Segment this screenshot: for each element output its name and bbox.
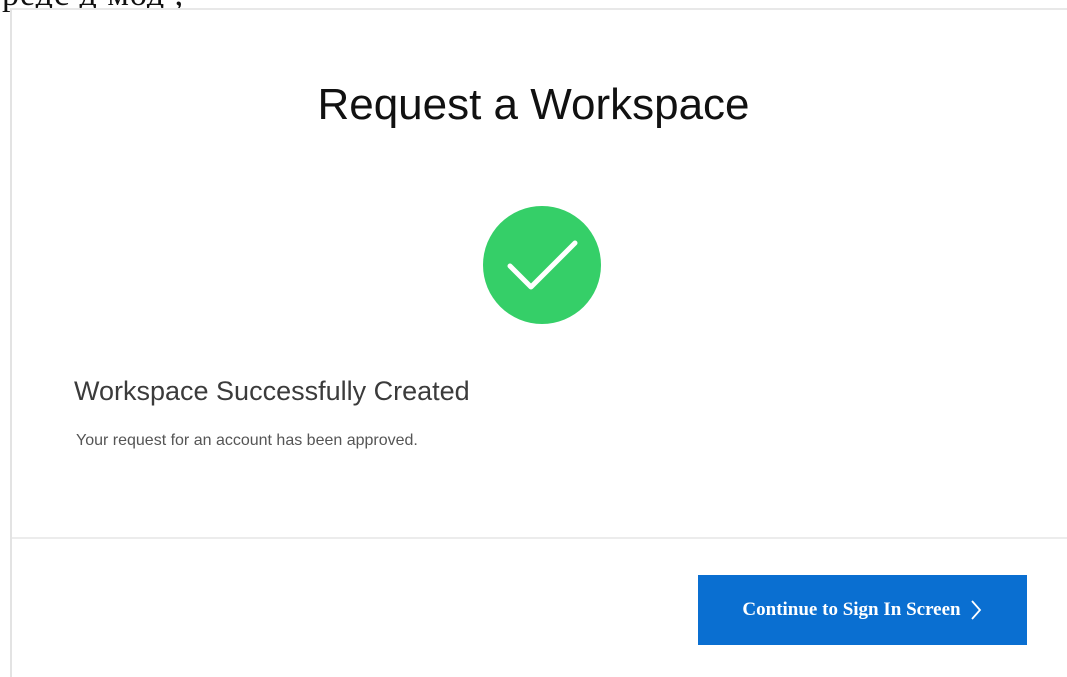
checkmark-icon bbox=[507, 240, 578, 290]
chevron-right-icon bbox=[969, 599, 983, 621]
footer-divider bbox=[12, 537, 1067, 539]
continue-button-label: Continue to Sign In Screen bbox=[742, 599, 961, 620]
check-circle-icon bbox=[483, 206, 601, 324]
continue-to-sign-in-button[interactable]: Continue to Sign In Screen bbox=[698, 575, 1027, 645]
page-title: Request a Workspace bbox=[317, 80, 750, 129]
page: редс д мод , Request a Workspace Workspa… bbox=[0, 0, 1067, 677]
success-heading: Workspace Successfully Created bbox=[74, 376, 470, 406]
success-message: Your request for an account has been app… bbox=[76, 432, 418, 449]
